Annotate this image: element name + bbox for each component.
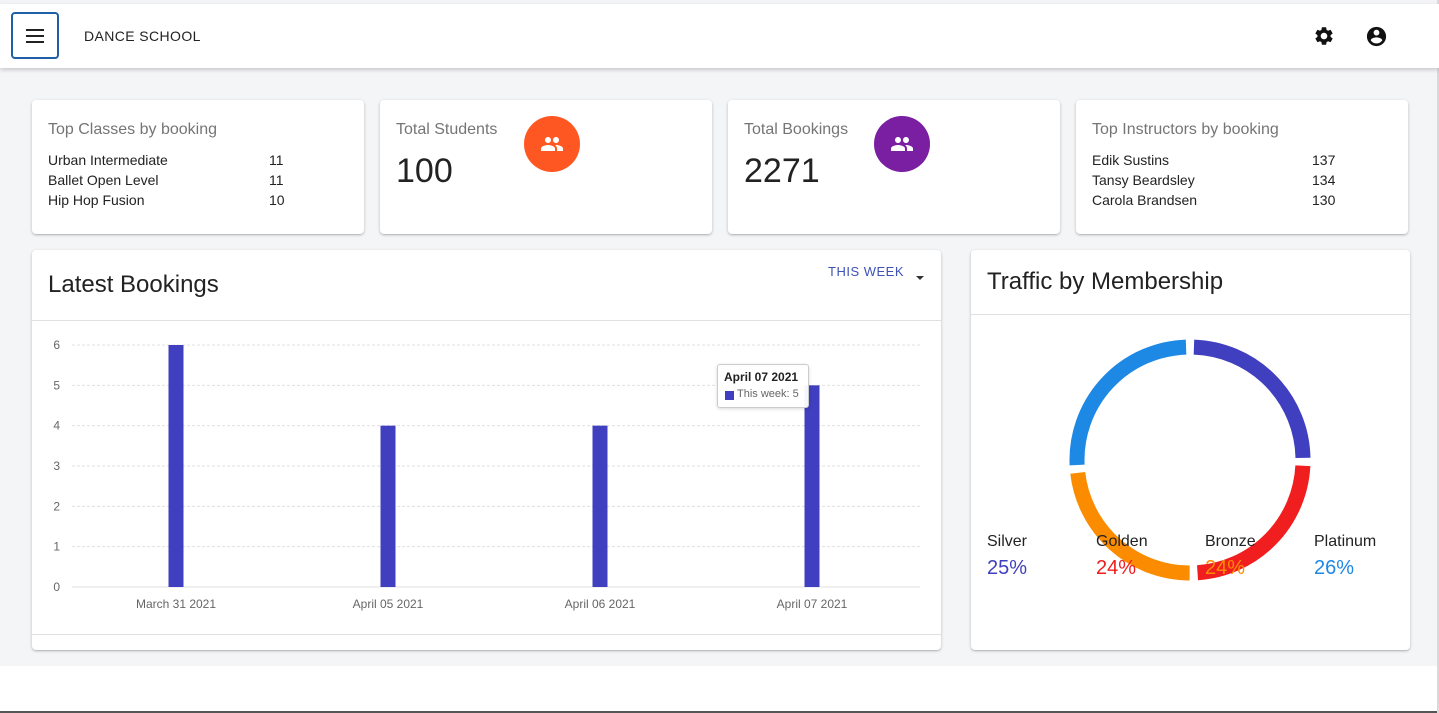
legend-name: Bronze [1205, 533, 1256, 550]
menu-button[interactable] [11, 12, 59, 59]
legend-silver: Silver 25% [987, 533, 1087, 580]
x-tick-label: April 05 2021 [353, 597, 424, 611]
bar [804, 385, 820, 587]
top-classes-card: Top Classes by booking Urban Intermediat… [32, 100, 364, 234]
list-item: Urban Intermediate 11 [48, 152, 284, 172]
legend-golden: Golden 24% [1096, 533, 1196, 580]
app-bar: DANCE SCHOOL [0, 4, 1439, 68]
instructor-name: Tansy Beardsley [1092, 172, 1195, 188]
class-count: 10 [269, 192, 285, 208]
legend-platinum: Platinum 26% [1314, 533, 1414, 580]
bookings-avatar [874, 116, 930, 172]
legend-percent: 25% [987, 557, 1028, 579]
this-week-button[interactable]: THIS WEEK [828, 264, 904, 279]
donut-slice-platinum [1069, 339, 1187, 466]
legend-bronze: Bronze 24% [1205, 533, 1305, 580]
top-classes-list: Urban Intermediate 11 Ballet Open Level … [48, 152, 285, 212]
bar [380, 425, 396, 587]
y-tick-label: 0 [53, 580, 60, 594]
people-icon [541, 137, 563, 151]
class-count: 11 [269, 172, 284, 188]
total-students-value: 100 [396, 152, 453, 190]
total-students-label: Total Students [396, 121, 498, 138]
total-students-card: Total Students 100 [380, 100, 712, 234]
settings-button[interactable] [1312, 24, 1336, 48]
traffic-card: Traffic by Membership Silver 25% Golden … [971, 250, 1410, 650]
app-title: DANCE SCHOOL [84, 28, 201, 44]
class-name: Ballet Open Level [48, 172, 159, 188]
list-item: Edik Sustins 137 [1092, 152, 1335, 172]
account-button[interactable] [1364, 24, 1388, 48]
instructor-count: 137 [1312, 152, 1336, 168]
legend-percent: 24% [1205, 557, 1246, 579]
dashboard-content: Top Classes by booking Urban Intermediat… [0, 68, 1439, 666]
y-tick-label: 5 [53, 378, 60, 392]
instructor-name: Carola Brandsen [1092, 192, 1198, 208]
chevron-down-icon[interactable] [916, 276, 924, 280]
y-tick-label: 6 [53, 338, 60, 352]
total-bookings-value: 2271 [744, 152, 820, 190]
y-tick-label: 2 [53, 499, 60, 513]
card-footer-divider [32, 634, 941, 635]
card-divider [971, 314, 1410, 315]
donut-slice-silver [1193, 339, 1311, 459]
top-instructors-list: Edik Sustins 137 Tansy Beardsley 134 Car… [1092, 152, 1335, 212]
settings-icon [1315, 27, 1333, 45]
tooltip-swatch [725, 391, 734, 400]
latest-bookings-title: Latest Bookings [48, 271, 219, 298]
list-item: Tansy Beardsley 134 [1092, 172, 1335, 192]
top-instructors-label: Top Instructors by booking [1092, 121, 1279, 138]
account-circle-icon [1366, 26, 1386, 46]
chart-tooltip: April 07 2021 This week: 5 [717, 364, 809, 408]
total-bookings-card: Total Bookings 2271 [728, 100, 1060, 234]
y-tick-label: 1 [53, 540, 60, 554]
list-item: Hip Hop Fusion 10 [48, 192, 285, 212]
instructor-count: 134 [1312, 172, 1336, 188]
people-icon [891, 137, 913, 151]
total-bookings-label: Total Bookings [744, 121, 849, 138]
x-tick-label: March 31 2021 [136, 597, 216, 611]
footer-area [0, 666, 1439, 713]
list-item: Carola Brandsen 130 [1092, 192, 1335, 212]
x-tick-label: April 06 2021 [565, 597, 636, 611]
traffic-title: Traffic by Membership [987, 268, 1224, 295]
legend-percent: 26% [1314, 557, 1355, 579]
legend-name: Silver [987, 533, 1028, 550]
instructor-count: 130 [1312, 192, 1336, 208]
tooltip-value: This week: 5 [737, 388, 799, 400]
top-classes-label: Top Classes by booking [48, 121, 217, 138]
latest-bookings-card: Latest Bookings THIS WEEK 0 1 2 3 4 5 6 March 3… [32, 250, 941, 650]
instructor-name: Edik Sustins [1092, 152, 1170, 168]
class-count: 11 [269, 152, 284, 168]
class-name: Urban Intermediate [48, 152, 168, 168]
bar [592, 425, 608, 587]
list-item: Ballet Open Level 11 [48, 172, 284, 192]
students-avatar [524, 116, 580, 172]
y-tick-label: 3 [53, 459, 60, 473]
top-instructors-card: Top Instructors by booking Edik Sustins … [1076, 100, 1408, 234]
bar [168, 345, 184, 587]
legend-name: Platinum [1314, 533, 1377, 550]
x-tick-label: April 07 2021 [777, 597, 848, 611]
legend-name: Golden [1096, 533, 1148, 550]
tooltip-title: April 07 2021 [724, 370, 799, 384]
menu-icon [26, 28, 44, 43]
legend-percent: 24% [1096, 557, 1137, 579]
class-name: Hip Hop Fusion [48, 192, 145, 208]
y-tick-label: 4 [53, 419, 60, 433]
